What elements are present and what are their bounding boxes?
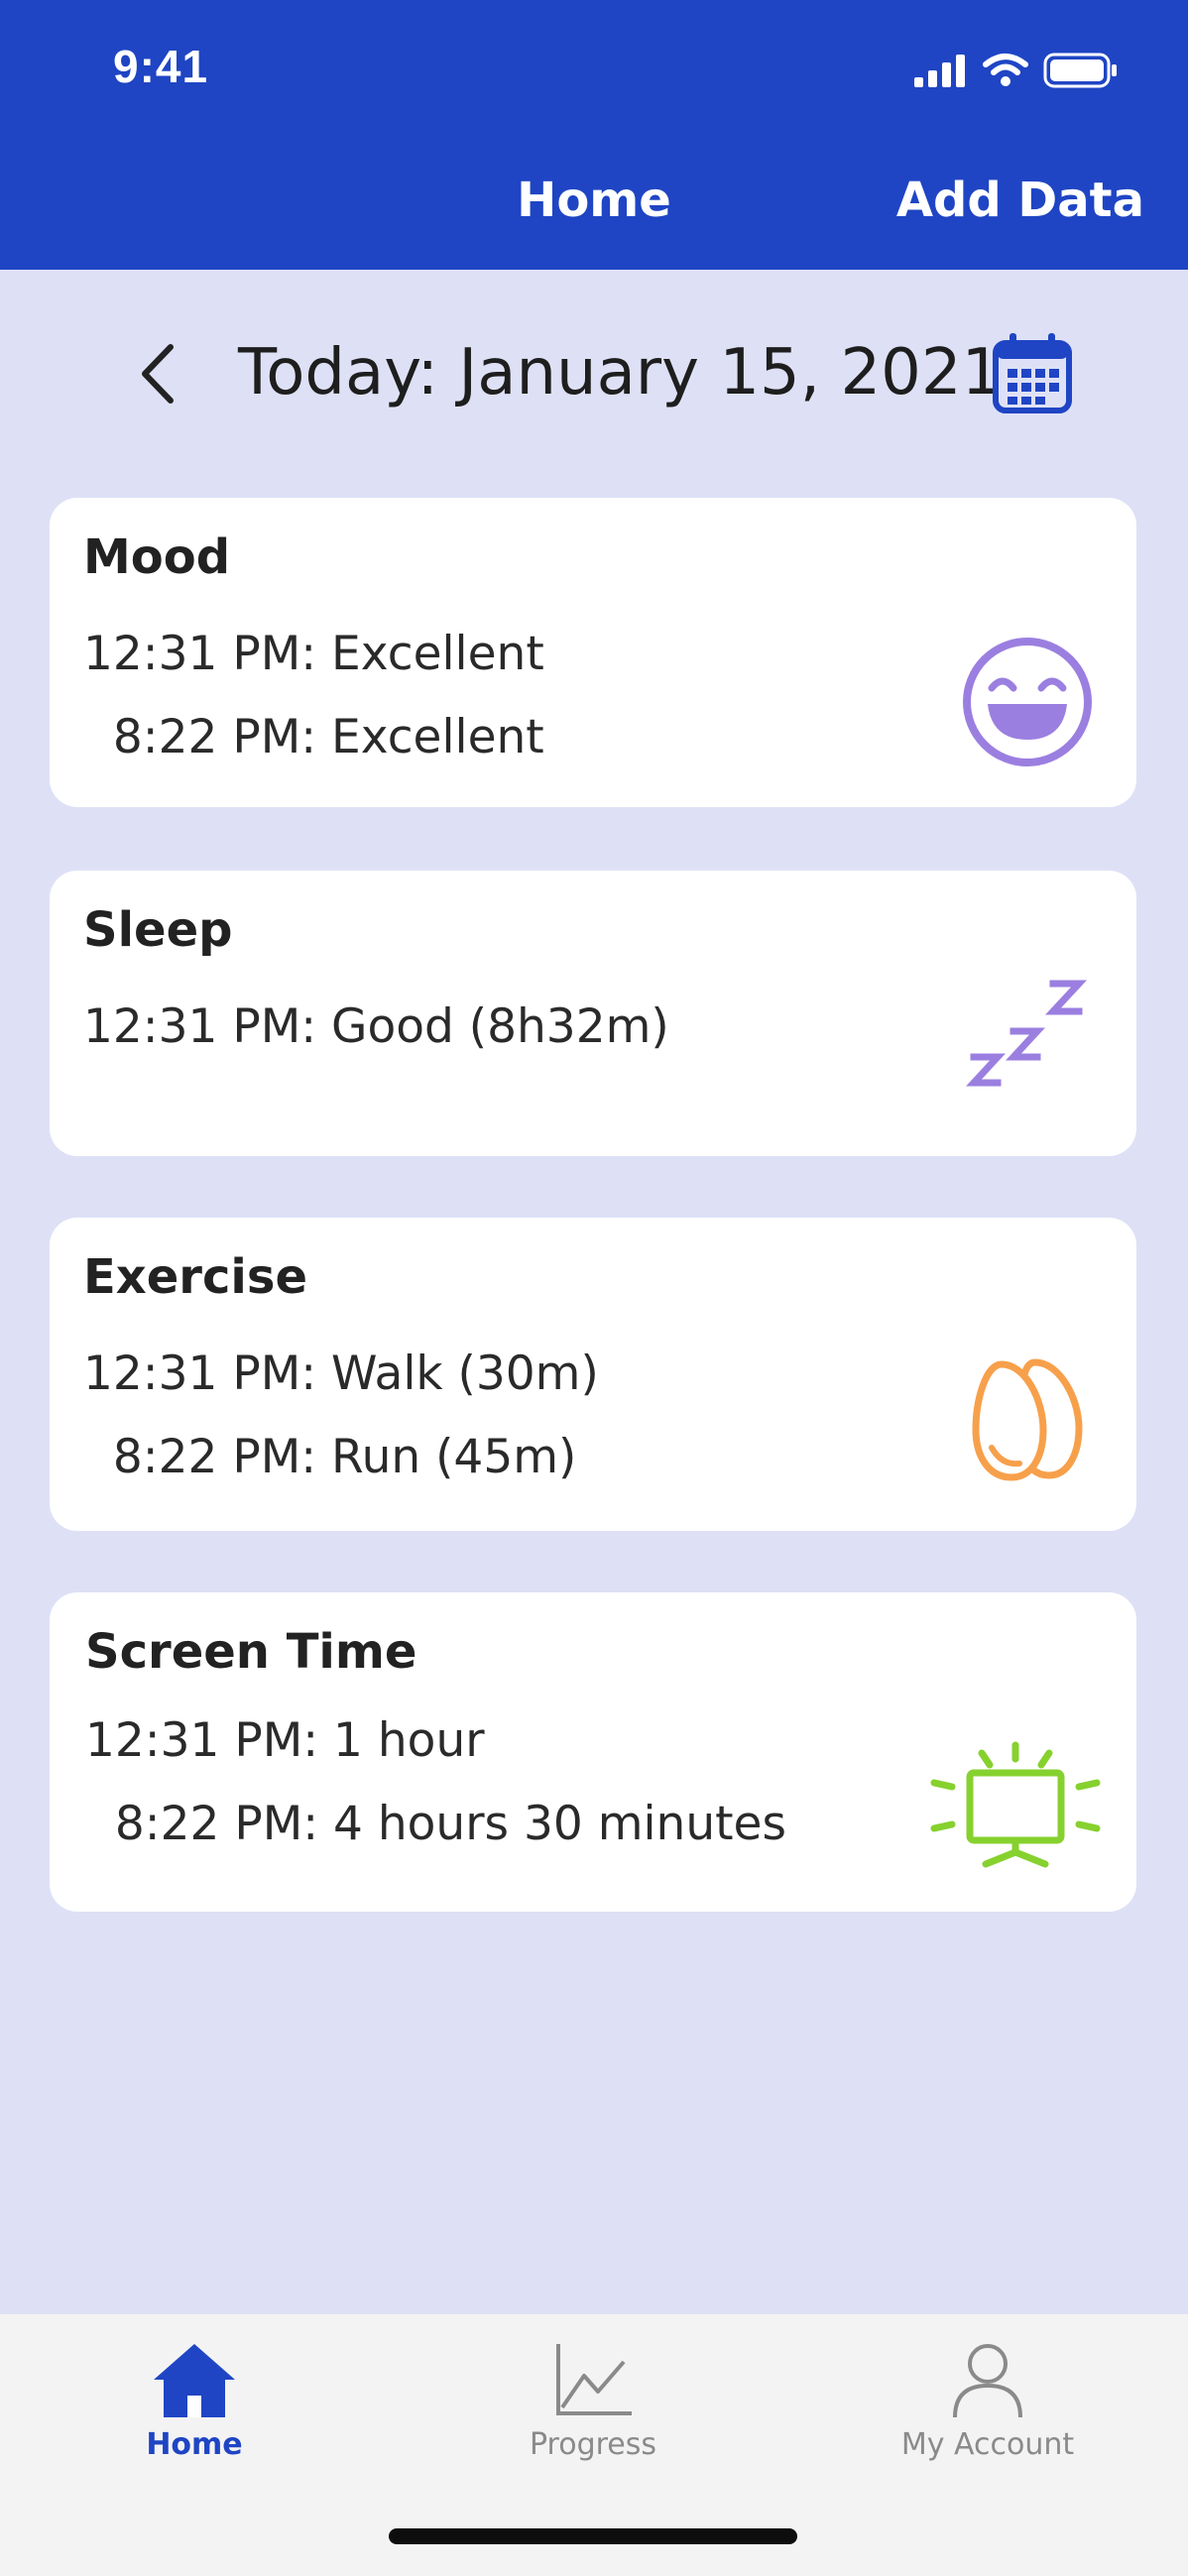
tab-label: Home	[146, 2427, 243, 2462]
chevron-left-icon[interactable]	[129, 339, 188, 409]
tv-screen-icon	[930, 1741, 1101, 1868]
sleep-card-title: Sleep	[83, 902, 233, 958]
home-indicator	[389, 2528, 797, 2544]
tab-progress[interactable]: Progress	[464, 2340, 722, 2489]
mood-entry: 8:22 PM: Excellent	[83, 710, 544, 764]
battery-icon	[1043, 53, 1117, 88]
screen-time-entry: 12:31 PM: 1 hour	[85, 1713, 485, 1768]
screen-time-entry: 8:22 PM: 4 hours 30 minutes	[85, 1797, 786, 1851]
zzz-sleep-icon	[966, 980, 1088, 1087]
app-header: 9:41 Home Add Data	[0, 0, 1188, 270]
tab-label: My Account	[900, 2427, 1075, 2462]
tab-home[interactable]: Home	[65, 2340, 323, 2489]
current-date-label: Today: January 15, 2021	[238, 336, 1003, 410]
screen-time-card-title: Screen Time	[85, 1624, 417, 1680]
add-data-button[interactable]: Add Data	[896, 171, 1144, 230]
home-icon	[154, 2344, 235, 2417]
calendar-icon[interactable]	[990, 331, 1075, 416]
status-bar-icons	[912, 50, 1119, 91]
exercise-entry: 12:31 PM: Walk (30m)	[83, 1347, 599, 1401]
line-chart-icon	[556, 2344, 632, 2415]
status-bar-time: 9:41	[113, 41, 209, 92]
sleep-card[interactable]: Sleep 12:31 PM: Good (8h32m)	[50, 871, 1136, 1156]
mood-card-title: Mood	[83, 529, 231, 585]
mood-card[interactable]: Mood 12:31 PM: Excellent 8:22 PM: Excell…	[50, 498, 1136, 807]
exercise-entry: 8:22 PM: Run (45m)	[83, 1430, 577, 1484]
exercise-card-title: Exercise	[83, 1249, 308, 1305]
wifi-icon	[983, 54, 1028, 86]
sleep-entry: 12:31 PM: Good (8h32m)	[83, 999, 669, 1054]
screen-time-card[interactable]: Screen Time 12:31 PM: 1 hour 8:22 PM: 4 …	[50, 1592, 1136, 1912]
footprints-icon	[972, 1358, 1083, 1481]
cellular-signal-icon	[914, 55, 965, 87]
user-icon	[953, 2344, 1022, 2418]
exercise-card[interactable]: Exercise 12:31 PM: Walk (30m) 8:22 PM: R…	[50, 1218, 1136, 1531]
smiling-face-icon	[963, 638, 1092, 766]
mood-entry: 12:31 PM: Excellent	[83, 627, 544, 681]
date-navigation: Today: January 15, 2021	[0, 317, 1188, 426]
tab-label: Progress	[529, 2427, 657, 2462]
tab-my-account[interactable]: My Account	[859, 2340, 1117, 2489]
